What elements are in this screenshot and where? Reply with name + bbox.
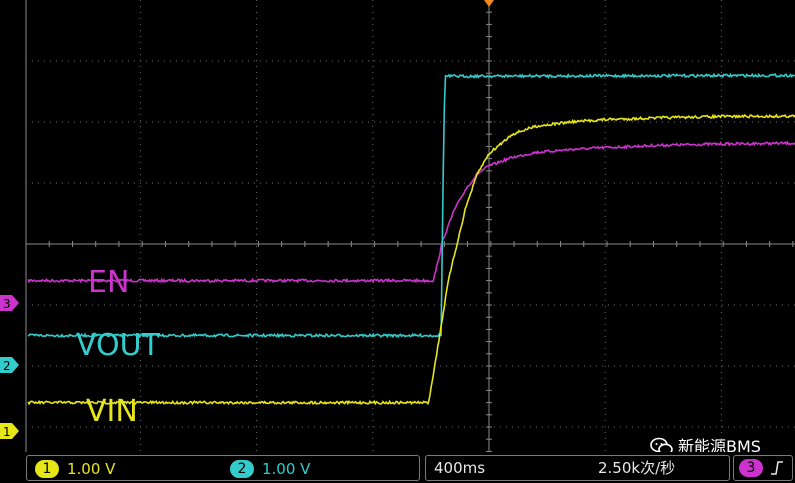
timebase-panel[interactable]: 400ms 2.50k次/秒 (425, 455, 730, 481)
sample-rate: 2.50k次/秒 (598, 459, 676, 477)
rising-edge-icon (771, 461, 783, 475)
ch2-scale: 1.00 V (262, 459, 311, 478)
oscilloscope-display: 3 2 1 EN VOUT VIN (0, 0, 795, 483)
channel-scale-panel[interactable]: 1 1.00 V 2 1.00 V (26, 455, 420, 481)
series-label-vout: VOUT (76, 328, 161, 363)
ch2-marker-label: 2 (3, 359, 11, 373)
ch1-scale: 1.00 V (67, 459, 116, 478)
series-label-vin: VIN (86, 394, 138, 429)
timebase: 400ms (434, 459, 486, 477)
ch3-marker-label: 3 (3, 297, 11, 311)
ch1-marker-label: 1 (3, 425, 11, 439)
ch2-badge[interactable]: 2 (230, 459, 254, 478)
trigger-panel[interactable]: 3 (733, 455, 793, 481)
trigger-source-badge[interactable]: 3 (739, 459, 763, 477)
ch1-badge[interactable]: 1 (35, 459, 59, 478)
series-label-en: EN (88, 265, 129, 300)
